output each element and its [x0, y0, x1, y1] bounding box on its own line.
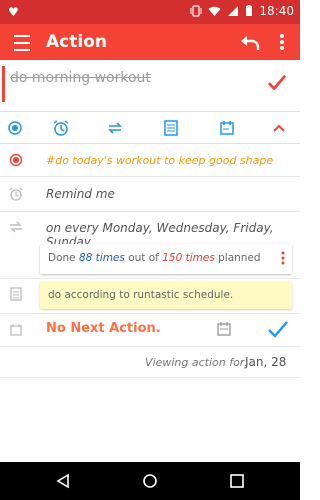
wifi-icon: [208, 6, 221, 16]
calendar-icon[interactable]: [218, 119, 236, 137]
goal-text[interactable]: #do today's workout to keep good shape: [46, 154, 273, 167]
divider: [0, 377, 300, 378]
home-icon[interactable]: [141, 472, 159, 490]
remind-me-label: Remind me: [46, 187, 115, 201]
notes-icon: [10, 287, 22, 301]
more-vert-icon[interactable]: [280, 250, 286, 266]
repeat-icon: [10, 221, 22, 233]
calendar-icon: [10, 324, 22, 336]
progress-prefix: Done: [48, 252, 76, 264]
signal-icon: [228, 6, 239, 16]
repeat-icon[interactable]: [106, 119, 124, 137]
radio-selected-icon: [9, 153, 23, 167]
calendar-picker-icon[interactable]: [215, 320, 233, 338]
undo-icon[interactable]: [238, 30, 262, 54]
more-vert-icon[interactable]: [272, 30, 292, 54]
goal-row: #do today's workout to keep good shape: [0, 144, 300, 176]
progress-suffix: planned: [218, 252, 261, 264]
status-right: 18:40: [190, 4, 294, 18]
next-action-label: No Next Action.: [46, 321, 161, 336]
system-nav-bar: [0, 462, 300, 500]
notes-icon[interactable]: [162, 119, 180, 137]
check-icon[interactable]: [266, 72, 288, 94]
back-icon[interactable]: [54, 472, 72, 490]
viewing-date[interactable]: Jan, 28: [245, 355, 286, 369]
viewing-row: Viewing action for: Jan, 28: [0, 347, 300, 377]
page-title: Action: [46, 32, 107, 52]
option-toolbar: [0, 112, 300, 144]
alarm-icon[interactable]: [52, 119, 70, 137]
next-action-row: No Next Action.: [0, 314, 300, 346]
input-focus-bar: [2, 66, 5, 102]
check-icon[interactable]: [266, 318, 290, 340]
progress-planned-count: 150 times: [162, 252, 215, 264]
notification-heart-icon: ♥: [8, 5, 19, 19]
repeat-row[interactable]: on every Monday, Wednesday, Friday, Sund…: [0, 212, 300, 249]
viewing-label: Viewing action for:: [145, 356, 249, 369]
radio-icon[interactable]: [6, 119, 24, 137]
note-card[interactable]: do according to runtastic schedule.: [40, 281, 292, 309]
note-text: do according to runtastic schedule.: [48, 289, 234, 301]
status-time: 18:40: [259, 4, 294, 18]
progress-card: Done 88 times out of 150 times planned: [40, 244, 292, 274]
alarm-icon: [9, 187, 23, 201]
progress-middle: out of: [128, 252, 159, 264]
progress-done-count: 88 times: [78, 252, 125, 264]
task-title[interactable]: do morning workout: [10, 70, 151, 86]
progress-text: Done 88 times out of 150 times planned: [48, 252, 261, 264]
remind-row[interactable]: Remind me: [0, 177, 300, 211]
app-bar: Action: [0, 24, 300, 60]
hamburger-menu-icon[interactable]: [10, 30, 34, 54]
battery-icon: [246, 5, 253, 16]
recents-icon[interactable]: [228, 472, 246, 490]
status-bar: ♥ 18:40: [0, 0, 300, 24]
chevron-up-icon[interactable]: [270, 119, 288, 137]
vibrate-icon: [190, 5, 202, 17]
task-input-row: do morning workout: [0, 60, 300, 112]
divider: [0, 278, 300, 279]
